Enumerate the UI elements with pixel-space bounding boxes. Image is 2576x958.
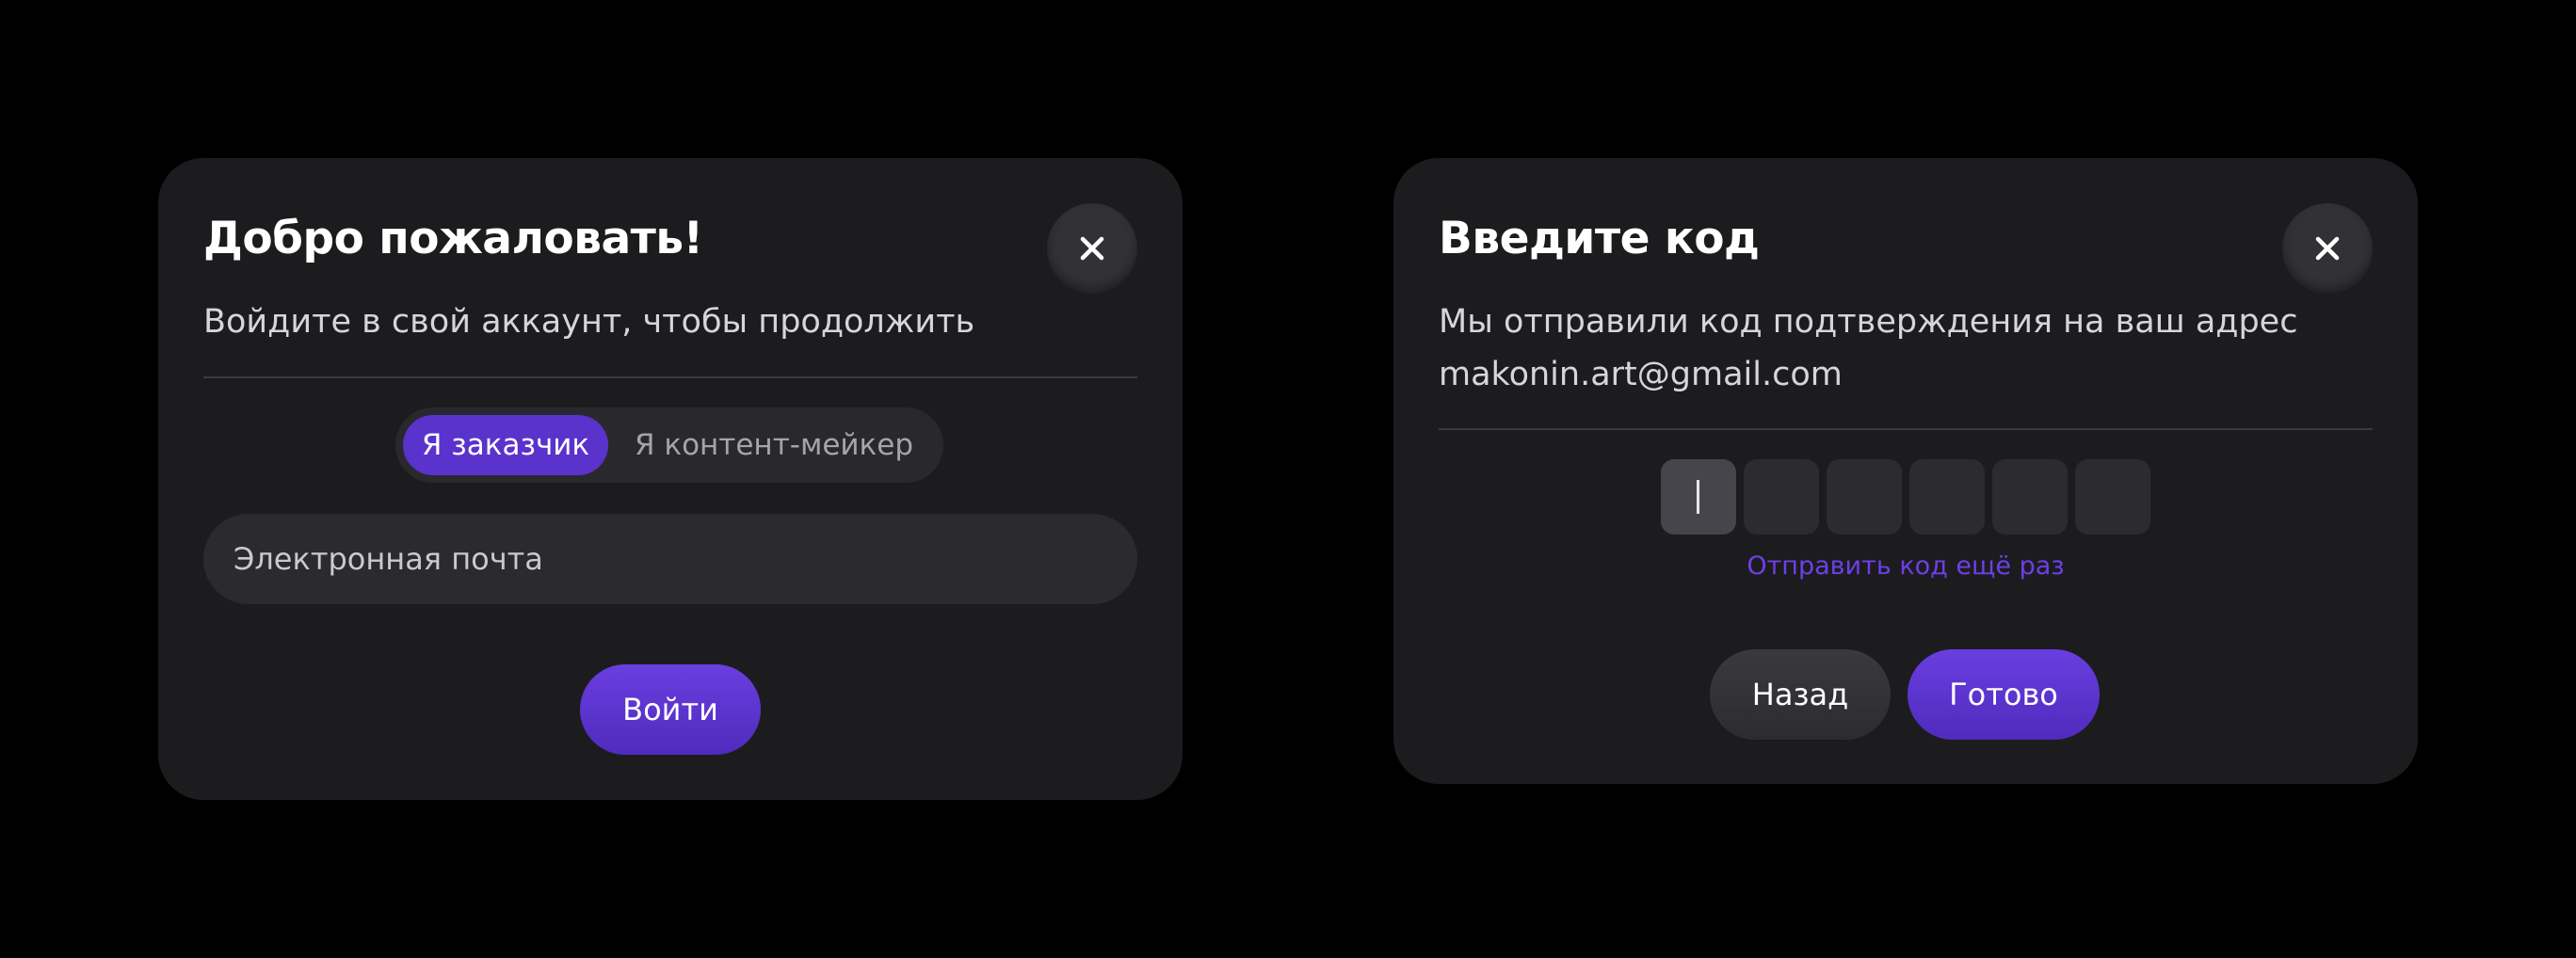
- code-digit-input[interactable]: [1909, 459, 1985, 535]
- login-close-button[interactable]: [1047, 203, 1137, 294]
- role-toggle: Я заказчик Я контент-мейкер: [395, 407, 943, 483]
- email-input[interactable]: [203, 514, 1137, 604]
- login-title: Добро пожаловать!: [203, 213, 703, 264]
- text-caret: [1697, 480, 1699, 514]
- login-button[interactable]: Войти: [580, 664, 761, 755]
- code-digit-input[interactable]: [2075, 459, 2150, 535]
- close-icon: [2315, 236, 2340, 261]
- code-dialog: Введите код Мы отправили код подтвержден…: [1393, 158, 2418, 784]
- code-subtitle-text: Мы отправили код подтверждения на ваш ад…: [1439, 303, 2298, 341]
- code-input-group: [1661, 459, 2150, 535]
- login-dialog: Добро пожаловать! Войдите в свой аккаунт…: [158, 158, 1183, 800]
- code-subtitle: Мы отправили код подтверждения на ваш ад…: [1439, 295, 2297, 401]
- code-digit-input[interactable]: [1992, 459, 2068, 535]
- code-email-address: makonin.art@gmail.com: [1439, 356, 1843, 393]
- role-option-content-maker[interactable]: Я контент-мейкер: [614, 415, 934, 475]
- close-icon: [1080, 236, 1104, 261]
- code-title: Введите код: [1439, 213, 1760, 264]
- code-close-button[interactable]: [2282, 203, 2373, 294]
- resend-code-link[interactable]: Отправить код ещё раз: [1393, 551, 2418, 581]
- code-digit-input[interactable]: [1827, 459, 1902, 535]
- login-divider: [203, 376, 1137, 378]
- back-button[interactable]: Назад: [1710, 649, 1891, 740]
- code-digit-input[interactable]: [1661, 459, 1736, 535]
- login-subtitle: Войдите в свой аккаунт, чтобы продолжить: [203, 303, 975, 341]
- done-button[interactable]: Готово: [1908, 649, 2100, 740]
- role-option-customer[interactable]: Я заказчик: [403, 415, 608, 475]
- code-divider: [1439, 428, 2373, 430]
- code-digit-input[interactable]: [1744, 459, 1819, 535]
